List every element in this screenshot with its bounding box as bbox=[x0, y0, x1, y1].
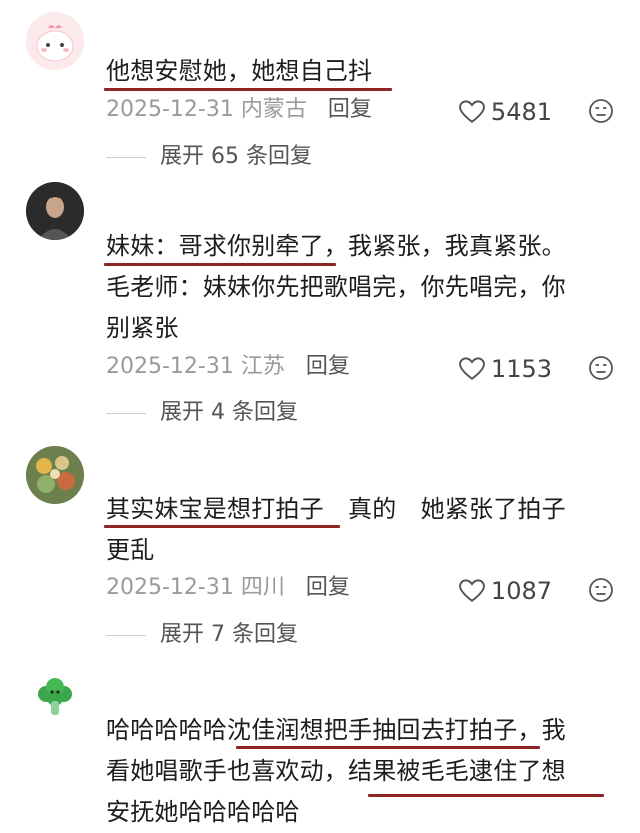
highlight-underline bbox=[368, 794, 604, 797]
broccoli-avatar-icon bbox=[26, 670, 84, 728]
comment-text: 其实妹宝是想打拍子 真的 她紧张了拍子 更乱 bbox=[106, 495, 566, 564]
reply-button[interactable]: 回复 bbox=[328, 97, 372, 122]
pink-cartoon-avatar-icon bbox=[26, 12, 84, 70]
like-button[interactable]: 1087 bbox=[459, 576, 552, 606]
divider bbox=[106, 156, 146, 158]
food-photo-avatar-icon bbox=[26, 446, 84, 504]
highlight-underline bbox=[104, 88, 392, 91]
avatar[interactable] bbox=[26, 12, 84, 70]
dark-portrait-avatar-icon bbox=[26, 182, 84, 240]
comment-text: 哈哈哈哈哈沈佳润想把手抽回去打拍子，我 看她唱歌手也喜欢动，结果被毛毛逮住了想 … bbox=[106, 716, 566, 826]
divider bbox=[106, 634, 146, 636]
highlight-underline bbox=[236, 746, 540, 749]
divider bbox=[106, 412, 146, 414]
comment-meta: 2025-12-31 内蒙古 回复 bbox=[106, 97, 372, 122]
dislike-face-icon[interactable] bbox=[588, 98, 614, 124]
avatar[interactable] bbox=[26, 446, 84, 504]
dislike-face-icon[interactable] bbox=[588, 577, 614, 603]
reply-button[interactable]: 回复 bbox=[306, 354, 350, 379]
highlight-underline bbox=[104, 525, 340, 528]
comment-meta: 2025-12-31 江苏 回复 bbox=[106, 354, 350, 379]
expand-replies[interactable]: 展开 4 条回复 bbox=[106, 398, 298, 428]
comment-text: 妹妹：哥求你别牵了，我紧张，我真紧张。 毛老师：妹妹你先把歌唱完，你先唱完，你 … bbox=[106, 232, 566, 342]
comment-text: 他想安慰她，她想自己抖 bbox=[106, 57, 373, 85]
expand-replies[interactable]: 展开 65 条回复 bbox=[106, 142, 312, 172]
highlight-underline bbox=[104, 263, 336, 266]
heart-icon bbox=[459, 100, 485, 123]
dislike-face-icon[interactable] bbox=[588, 355, 614, 381]
heart-icon bbox=[459, 357, 485, 380]
heart-icon bbox=[459, 579, 485, 602]
like-button[interactable]: 1153 bbox=[459, 354, 552, 384]
expand-replies[interactable]: 展开 7 条回复 bbox=[106, 620, 298, 650]
like-button[interactable]: 5481 bbox=[459, 97, 552, 127]
reply-button[interactable]: 回复 bbox=[306, 575, 350, 600]
avatar[interactable] bbox=[26, 182, 84, 240]
avatar[interactable] bbox=[26, 670, 84, 728]
comment-meta: 2025-12-31 四川 回复 bbox=[106, 575, 350, 600]
